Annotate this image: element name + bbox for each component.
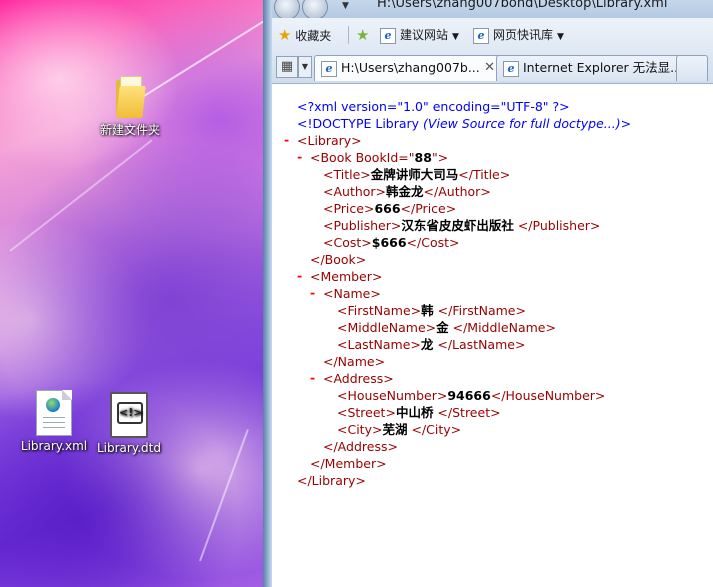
xml-library-close: </Library> bbox=[297, 473, 366, 488]
xml-housenumber: <HouseNumber>94666</HouseNumber> bbox=[337, 388, 606, 403]
suggested-sites-label: 建议网站 bbox=[400, 28, 449, 42]
tab-bar: ▦ ▼ e H:\Users\zhang007b... ✕ e Internet E… bbox=[272, 51, 713, 84]
xml-publisher: <Publisher>汉东省皮皮虾出版社 </Publisher> bbox=[323, 218, 601, 233]
new-tab-button[interactable] bbox=[676, 55, 708, 81]
star-icon: ★ bbox=[278, 26, 292, 44]
ie-page-icon: e bbox=[473, 27, 489, 44]
web-slice-gallery-label: 网页快讯库 bbox=[493, 28, 554, 42]
favorites-label: 收藏夹 bbox=[295, 29, 332, 43]
xml-name-close: </Name> bbox=[323, 354, 386, 369]
xml-lastname: <LastName>龙 </LastName> bbox=[337, 337, 526, 352]
divider bbox=[348, 26, 349, 44]
xml-file-icon bbox=[36, 390, 72, 436]
xml-street: <Street>中山桥 </Street> bbox=[337, 405, 501, 420]
address-bar-area: ▼ H:\Users\zhang007bond\Desktop\Library.… bbox=[272, 0, 713, 20]
xml-book-close: </Book> bbox=[310, 252, 367, 267]
ie-page-icon: e bbox=[321, 60, 337, 77]
collapse-toggle[interactable]: - bbox=[310, 285, 315, 300]
desktop-icon-library-dtd[interactable]: <!> Library.dtd bbox=[89, 392, 169, 455]
xml-cost: <Cost>$666</Cost> bbox=[323, 235, 460, 250]
xml-address-close: </Address> bbox=[323, 439, 398, 454]
tab-ie-error[interactable]: e Internet Explorer 无法显... bbox=[496, 55, 680, 81]
quick-tabs-icon[interactable]: ▦ bbox=[276, 56, 298, 78]
suggested-sites-link[interactable]: e 建议网站 ▼ bbox=[380, 25, 459, 45]
light-streak bbox=[199, 429, 249, 562]
tab-list-dropdown[interactable]: ▼ bbox=[298, 56, 312, 78]
collapse-toggle[interactable]: - bbox=[310, 370, 315, 385]
tab-label: Internet Explorer 无法显... bbox=[523, 60, 680, 75]
xml-title: <Title>金牌讲师大司马</Title> bbox=[323, 167, 511, 182]
light-streak bbox=[9, 139, 153, 252]
xml-name-open: <Name> bbox=[323, 286, 381, 301]
xml-library-open: <Library> bbox=[297, 133, 362, 148]
ie-page-icon: e bbox=[380, 27, 396, 44]
desktop-icon-new-folder[interactable]: 新建文件夹 bbox=[90, 76, 170, 138]
xml-doctype: <!DOCTYPE Library (View Source for full … bbox=[297, 116, 632, 131]
window-frame bbox=[263, 0, 272, 587]
desktop-wallpaper: 新建文件夹 Library.xml <!> Library.dtd bbox=[0, 0, 263, 587]
desktop-icon-label: Library.dtd bbox=[96, 441, 161, 455]
xml-middlename: <MiddleName>金 </MiddleName> bbox=[337, 320, 556, 335]
favorites-button[interactable]: ★ 收藏夹 bbox=[278, 25, 331, 45]
xml-member-close: </Member> bbox=[310, 456, 387, 471]
tab-library-xml[interactable]: e H:\Users\zhang007b... ✕ bbox=[314, 55, 502, 81]
close-icon[interactable]: ✕ bbox=[484, 56, 495, 80]
back-button[interactable] bbox=[274, 0, 300, 20]
xml-firstname: <FirstName>韩 </FirstName> bbox=[337, 303, 526, 318]
folder-icon bbox=[114, 76, 146, 118]
chevron-down-icon: ▼ bbox=[452, 32, 459, 42]
ie-page-icon: e bbox=[503, 60, 519, 77]
collapse-toggle[interactable]: - bbox=[297, 268, 302, 283]
chevron-down-icon: ▼ bbox=[557, 32, 564, 42]
add-to-favorites-icon: ★ bbox=[356, 26, 370, 44]
add-favorite-button[interactable]: ★ bbox=[356, 25, 369, 45]
xml-book-open: <Book BookId="88"> bbox=[310, 150, 449, 165]
dtd-file-icon: <!> bbox=[110, 392, 148, 438]
desktop-icon-label: Library.xml bbox=[20, 439, 88, 453]
forward-button[interactable] bbox=[302, 0, 328, 20]
xml-member-open: <Member> bbox=[310, 269, 383, 284]
xml-declaration: <?xml version="1.0" encoding="UTF-8" ?> bbox=[297, 99, 570, 114]
desktop-icon-label: 新建文件夹 bbox=[99, 123, 160, 137]
collapse-toggle[interactable]: - bbox=[284, 132, 289, 147]
xml-city: <City>芜湖 </City> bbox=[337, 422, 462, 437]
xml-price: <Price>666</Price> bbox=[323, 201, 457, 216]
address-bar-url[interactable]: H:\Users\zhang007bond\Desktop\Library.xm… bbox=[377, 0, 667, 11]
ie-window: ▼ H:\Users\zhang007bond\Desktop\Library.… bbox=[263, 0, 713, 587]
web-slice-gallery-link[interactable]: e 网页快讯库 ▼ bbox=[473, 25, 564, 45]
xml-document-view: <?xml version="1.0" encoding="UTF-8" ?> … bbox=[272, 84, 713, 587]
xml-author: <Author>韩金龙</Author> bbox=[323, 184, 491, 199]
xml-address-open: <Address> bbox=[323, 371, 394, 386]
chevron-down-icon[interactable]: ▼ bbox=[342, 1, 349, 11]
tab-label: H:\Users\zhang007b... bbox=[341, 60, 480, 75]
desktop-icon-library-xml[interactable]: Library.xml bbox=[14, 390, 94, 453]
collapse-toggle[interactable]: - bbox=[297, 149, 302, 164]
favorites-bar: ★ 收藏夹 ★ e 建议网站 ▼ e 网页快讯库 ▼ bbox=[272, 18, 713, 52]
